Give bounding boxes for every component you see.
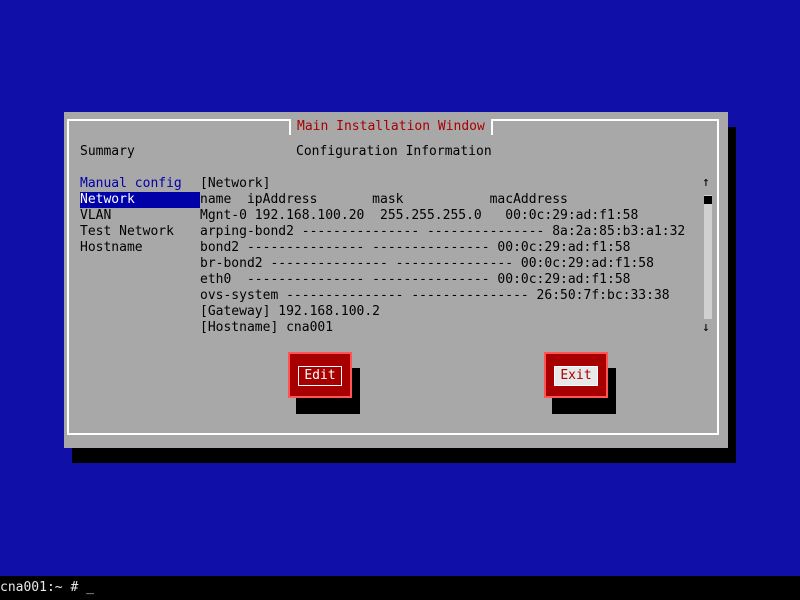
exit-button-label: Exit: [554, 366, 598, 386]
window-title: Main Installation Window: [297, 119, 485, 134]
scroll-up-arrow-icon[interactable]: ↑: [702, 175, 710, 191]
network-row: br-bond2 --------------- ---------------…: [200, 256, 654, 271]
edit-button-label: Edit: [298, 366, 342, 386]
exit-button[interactable]: Exit: [544, 352, 608, 398]
scrollbar-track[interactable]: [704, 195, 712, 319]
network-row: Mgnt-0 192.168.100.20 255.255.255.0 00:0…: [200, 208, 639, 223]
summary-heading: Summary: [80, 144, 135, 159]
section-network-header: [Network]: [200, 176, 271, 191]
config-menu: Manual config Network VLAN Test Network …: [80, 176, 200, 256]
scroll-down-arrow-icon[interactable]: ↓: [702, 320, 710, 336]
hostname-line: [Hostname] cna001: [200, 320, 334, 335]
scrollbar-thumb[interactable]: [704, 196, 712, 204]
network-row: ovs-system --------------- -------------…: [200, 288, 670, 303]
shell-prompt[interactable]: cna001:~ # _: [0, 580, 94, 596]
terminal-bar: cna001:~ # _: [0, 576, 800, 600]
network-table-header: name ipAddress mask macAddress: [200, 192, 568, 207]
menu-item-hostname[interactable]: Hostname: [80, 240, 200, 256]
window-title-box: Main Installation Window: [289, 119, 493, 135]
network-row: bond2 --------------- --------------- 00…: [200, 240, 631, 255]
menu-item-network[interactable]: Network: [80, 192, 200, 208]
gateway-line: [Gateway] 192.168.100.2: [200, 304, 381, 319]
console-screen: Main Installation Window Summary Configu…: [0, 0, 800, 600]
configuration-heading: Configuration Information: [296, 144, 492, 159]
edit-button[interactable]: Edit: [288, 352, 352, 398]
network-row: arping-bond2 --------------- -----------…: [200, 224, 686, 239]
network-row: eth0 --------------- --------------- 00:…: [200, 272, 631, 287]
config-info-panel: [Network] name ipAddress mask macAddress…: [200, 176, 700, 336]
menu-item-manual-config[interactable]: Manual config: [80, 176, 200, 192]
menu-item-vlan[interactable]: VLAN: [80, 208, 200, 224]
menu-item-test-network[interactable]: Test Network: [80, 224, 200, 240]
